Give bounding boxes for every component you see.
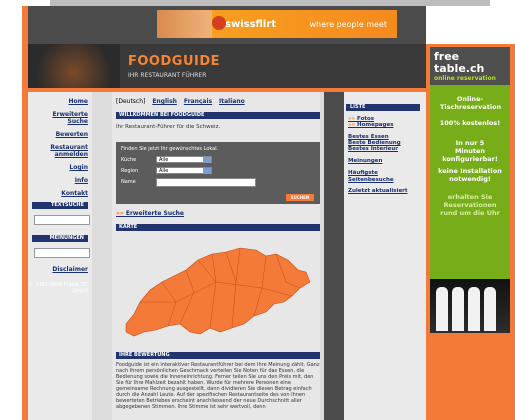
extended-search-link[interactable]: Erweiterte Suche <box>116 210 184 217</box>
disclaimer-link[interactable]: Disclaimer <box>28 266 88 273</box>
region-select[interactable]: Alle <box>156 167 212 174</box>
name-input[interactable] <box>156 178 256 187</box>
region-value: Alle <box>159 168 169 174</box>
nav-kontakt[interactable]: Kontakt <box>28 190 88 197</box>
ad-text-4: keine Installation notwendig! <box>438 167 502 183</box>
freetable-logo: free table.ch online reservation <box>430 47 510 85</box>
kueche-label: Küche <box>121 157 137 163</box>
left-navigation: Home Erweiterte Suche Bewerten Restauran… <box>28 92 92 420</box>
search-hint: Finden Sie jetzt Ihr gewünschtes Lokal. <box>121 146 219 152</box>
food-image <box>28 44 120 92</box>
site-title: FOODGUIDE <box>128 54 221 69</box>
ad-text-5: erhalten Sie Reservationen rund um die U… <box>440 193 500 217</box>
site-header: FOODGUIDE IHR RESTAURANT FÜHRER <box>28 44 426 92</box>
chevron-down-icon <box>203 168 211 174</box>
search-button[interactable]: SUCHEN <box>286 194 314 201</box>
nav-login[interactable]: Login <box>28 164 88 171</box>
right-list-column: LISTE Fotos Homepages Bestes Essen Beste… <box>344 92 426 420</box>
heart-icon <box>212 16 226 30</box>
lang-current: [Deutsch] <box>116 98 146 105</box>
nav-bewerten[interactable]: Bewerten <box>28 131 88 138</box>
nav-info[interactable]: Info <box>28 177 88 184</box>
meinungen-heading: MEINUNGEN <box>32 235 88 242</box>
rating-text: Foodguide ist ein interaktiver Restauran… <box>116 362 320 410</box>
swissflirt-banner-ad[interactable]: swissflirt where people meet <box>157 10 397 38</box>
nav-links: Home Erweiterte Suche Bewerten Restauran… <box>28 98 92 203</box>
language-switcher: [Deutsch] English Français Italiano <box>116 98 250 105</box>
search-form: Finden Sie jetzt Ihr gewünschtes Lokal. … <box>116 142 320 204</box>
brand-line3: online reservation <box>434 75 496 82</box>
main-content: [Deutsch] English Français Italiano WILL… <box>112 92 320 420</box>
link-meinungen[interactable]: Meinungen <box>348 158 382 165</box>
chevron-down-icon <box>203 157 211 163</box>
kueche-value: Alle <box>159 157 169 163</box>
textsuche-heading: TEXTSUCHE <box>32 202 88 209</box>
banner-logo: swissflirt <box>225 18 277 30</box>
brand-line2: table.ch <box>434 62 485 75</box>
link-haeufigste-seitenbesuche[interactable]: Häufigste Seitenbesuche <box>348 170 408 184</box>
lang-italiano[interactable]: Italiano <box>219 98 245 105</box>
region-label: Region <box>121 168 139 174</box>
site-subtitle: IHR RESTAURANT FÜHRER <box>128 72 207 79</box>
link-zuletzt-aktualisiert[interactable]: Zuletzt aktualisiert <box>348 188 408 195</box>
ad-text-3: In nur 5 Minuten konfigurierbar! <box>442 139 498 163</box>
nav-restaurant-anmelden[interactable]: Restaurant anmelden <box>48 144 88 158</box>
banner-photo <box>157 10 212 38</box>
link-bestes-interieur[interactable]: Bestes Interieur <box>348 146 398 153</box>
waiter-figure <box>484 287 496 331</box>
lang-english[interactable]: English <box>152 98 177 105</box>
lang-francais[interactable]: Français <box>184 98 212 105</box>
waiter-figure <box>452 287 464 331</box>
ad-text-1: Online-Tischreservation <box>440 95 502 111</box>
map-switzerland[interactable] <box>125 247 311 337</box>
ad-text-2: 100% kostenlos! <box>439 119 501 127</box>
nav-home[interactable]: Home <box>28 98 88 105</box>
liste-heading: LISTE <box>346 104 420 111</box>
switzerland-map[interactable] <box>116 232 320 342</box>
textsuche-input[interactable] <box>34 215 90 225</box>
nav-erweiterte-suche[interactable]: Erweiterte Suche <box>48 111 88 125</box>
banner-tagline: where people meet <box>309 19 387 29</box>
waiter-figure <box>436 287 448 331</box>
welcome-text: Ihr Restaurant-Führer für die Schweiz. <box>116 124 221 130</box>
copyright-text: © 2001-2006 Publix ITC GmbH <box>28 282 88 294</box>
link-homepages[interactable]: Homepages <box>348 122 393 129</box>
waiter-figure <box>468 287 480 331</box>
freetable-ad[interactable]: free table.ch online reservation Online-… <box>430 47 510 333</box>
rating-heading: IHRE BEWERTUNG <box>116 352 320 359</box>
meinungen-box[interactable] <box>34 248 90 258</box>
name-label: Name <box>121 179 136 185</box>
waiters-photo <box>430 279 510 333</box>
welcome-heading: WILLKOMMEN BEI FOODGUIDE <box>116 112 320 119</box>
kueche-select[interactable]: Alle <box>156 156 212 163</box>
map-heading: KARTE <box>116 224 320 231</box>
